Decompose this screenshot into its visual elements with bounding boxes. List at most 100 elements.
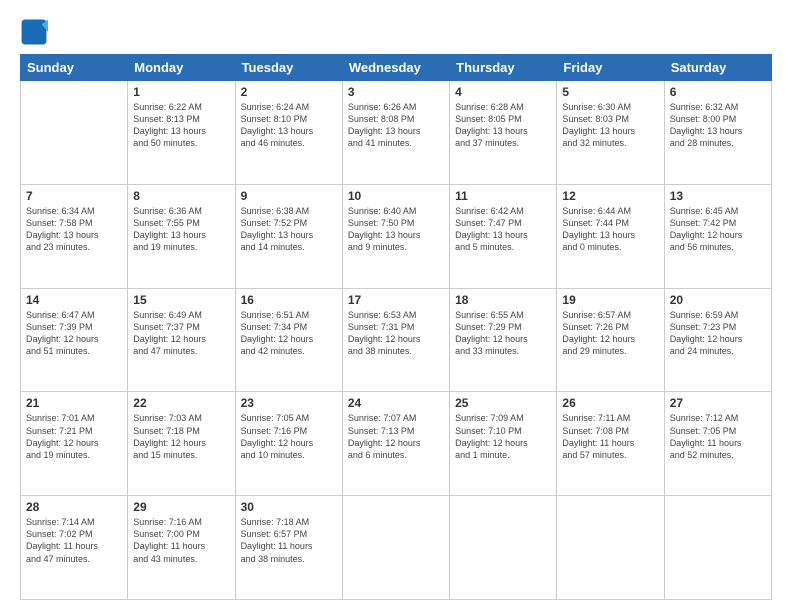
day-info: Sunrise: 6:30 AM Sunset: 8:03 PM Dayligh…	[562, 101, 658, 150]
day-number: 6	[670, 85, 766, 99]
week-row-2: 7 Sunrise: 6:34 AM Sunset: 7:58 PM Daylig…	[21, 184, 772, 288]
day-info: Sunrise: 7:11 AM Sunset: 7:08 PM Dayligh…	[562, 412, 658, 461]
day-cell: 27 Sunrise: 7:12 AM Sunset: 7:05 PM Dayli…	[664, 392, 771, 496]
header-cell-wednesday: Wednesday	[342, 55, 449, 81]
day-number: 21	[26, 396, 122, 410]
day-info: Sunrise: 6:44 AM Sunset: 7:44 PM Dayligh…	[562, 205, 658, 254]
day-number: 16	[241, 293, 337, 307]
logo	[20, 18, 52, 46]
day-info: Sunrise: 6:38 AM Sunset: 7:52 PM Dayligh…	[241, 205, 337, 254]
day-info: Sunrise: 7:03 AM Sunset: 7:18 PM Dayligh…	[133, 412, 229, 461]
week-row-3: 14 Sunrise: 6:47 AM Sunset: 7:39 PM Dayli…	[21, 288, 772, 392]
day-number: 14	[26, 293, 122, 307]
day-cell: 13Sunrise: 6:45 AM Sunset: 7:42 PM Dayli…	[664, 184, 771, 288]
day-cell: 29 Sunrise: 7:16 AM Sunset: 7:00 PM Dayli…	[128, 496, 235, 600]
day-cell: 30Sunrise: 7:18 AM Sunset: 6:57 PM Dayli…	[235, 496, 342, 600]
day-cell: 5Sunrise: 6:30 AM Sunset: 8:03 PM Daylig…	[557, 81, 664, 185]
day-cell: 21 Sunrise: 7:01 AM Sunset: 7:21 PM Dayli…	[21, 392, 128, 496]
day-info: Sunrise: 6:45 AM Sunset: 7:42 PM Dayligh…	[670, 205, 766, 254]
day-cell: 4Sunrise: 6:28 AM Sunset: 8:05 PM Daylig…	[450, 81, 557, 185]
day-info: Sunrise: 7:09 AM Sunset: 7:10 PM Dayligh…	[455, 412, 551, 461]
day-info: Sunrise: 6:49 AM Sunset: 7:37 PM Dayligh…	[133, 309, 229, 358]
day-number: 11	[455, 189, 551, 203]
day-number: 17	[348, 293, 444, 307]
day-number: 23	[241, 396, 337, 410]
day-number: 30	[241, 500, 337, 514]
day-number: 2	[241, 85, 337, 99]
day-number: 29	[133, 500, 229, 514]
day-cell: 19Sunrise: 6:57 AM Sunset: 7:26 PM Dayli…	[557, 288, 664, 392]
day-number: 7	[26, 189, 122, 203]
day-number: 18	[455, 293, 551, 307]
day-info: Sunrise: 7:14 AM Sunset: 7:02 PM Dayligh…	[26, 516, 122, 565]
day-info: Sunrise: 6:36 AM Sunset: 7:55 PM Dayligh…	[133, 205, 229, 254]
header-cell-saturday: Saturday	[664, 55, 771, 81]
header	[20, 18, 772, 46]
day-cell	[21, 81, 128, 185]
day-info: Sunrise: 6:40 AM Sunset: 7:50 PM Dayligh…	[348, 205, 444, 254]
day-info: Sunrise: 6:24 AM Sunset: 8:10 PM Dayligh…	[241, 101, 337, 150]
page: SundayMondayTuesdayWednesdayThursdayFrid…	[0, 0, 792, 612]
day-info: Sunrise: 7:16 AM Sunset: 7:00 PM Dayligh…	[133, 516, 229, 565]
day-cell: 10 Sunrise: 6:40 AM Sunset: 7:50 PM Dayli…	[342, 184, 449, 288]
header-cell-friday: Friday	[557, 55, 664, 81]
week-row-4: 21 Sunrise: 7:01 AM Sunset: 7:21 PM Dayli…	[21, 392, 772, 496]
day-number: 26	[562, 396, 658, 410]
week-row-5: 28 Sunrise: 7:14 AM Sunset: 7:02 PM Dayli…	[21, 496, 772, 600]
day-cell: 20Sunrise: 6:59 AM Sunset: 7:23 PM Dayli…	[664, 288, 771, 392]
day-number: 15	[133, 293, 229, 307]
header-cell-thursday: Thursday	[450, 55, 557, 81]
day-cell: 14 Sunrise: 6:47 AM Sunset: 7:39 PM Dayli…	[21, 288, 128, 392]
day-number: 25	[455, 396, 551, 410]
day-number: 27	[670, 396, 766, 410]
day-number: 22	[133, 396, 229, 410]
day-cell: 15 Sunrise: 6:49 AM Sunset: 7:37 PM Dayli…	[128, 288, 235, 392]
day-cell	[450, 496, 557, 600]
day-info: Sunrise: 7:12 AM Sunset: 7:05 PM Dayligh…	[670, 412, 766, 461]
header-cell-sunday: Sunday	[21, 55, 128, 81]
day-number: 8	[133, 189, 229, 203]
week-row-1: 1 Sunrise: 6:22 AM Sunset: 8:13 PM Daylig…	[21, 81, 772, 185]
day-cell: 26 Sunrise: 7:11 AM Sunset: 7:08 PM Dayli…	[557, 392, 664, 496]
day-cell: 12 Sunrise: 6:44 AM Sunset: 7:44 PM Dayli…	[557, 184, 664, 288]
day-number: 1	[133, 85, 229, 99]
day-number: 3	[348, 85, 444, 99]
day-cell: 9 Sunrise: 6:38 AM Sunset: 7:52 PM Daylig…	[235, 184, 342, 288]
day-number: 28	[26, 500, 122, 514]
day-cell: 22 Sunrise: 7:03 AM Sunset: 7:18 PM Dayli…	[128, 392, 235, 496]
day-cell	[342, 496, 449, 600]
header-cell-tuesday: Tuesday	[235, 55, 342, 81]
logo-icon	[20, 18, 48, 46]
day-number: 24	[348, 396, 444, 410]
day-info: Sunrise: 6:34 AM Sunset: 7:58 PM Dayligh…	[26, 205, 122, 254]
day-number: 10	[348, 189, 444, 203]
day-cell: 23 Sunrise: 7:05 AM Sunset: 7:16 PM Dayli…	[235, 392, 342, 496]
day-cell	[664, 496, 771, 600]
header-cell-monday: Monday	[128, 55, 235, 81]
day-info: Sunrise: 7:05 AM Sunset: 7:16 PM Dayligh…	[241, 412, 337, 461]
day-info: Sunrise: 7:01 AM Sunset: 7:21 PM Dayligh…	[26, 412, 122, 461]
calendar-table: SundayMondayTuesdayWednesdayThursdayFrid…	[20, 54, 772, 600]
day-cell: 2 Sunrise: 6:24 AM Sunset: 8:10 PM Daylig…	[235, 81, 342, 185]
day-number: 12	[562, 189, 658, 203]
day-number: 9	[241, 189, 337, 203]
day-cell: 16Sunrise: 6:51 AM Sunset: 7:34 PM Dayli…	[235, 288, 342, 392]
day-info: Sunrise: 6:42 AM Sunset: 7:47 PM Dayligh…	[455, 205, 551, 254]
day-info: Sunrise: 6:22 AM Sunset: 8:13 PM Dayligh…	[133, 101, 229, 150]
day-cell: 6 Sunrise: 6:32 AM Sunset: 8:00 PM Daylig…	[664, 81, 771, 185]
day-info: Sunrise: 7:07 AM Sunset: 7:13 PM Dayligh…	[348, 412, 444, 461]
day-cell: 3 Sunrise: 6:26 AM Sunset: 8:08 PM Daylig…	[342, 81, 449, 185]
day-info: Sunrise: 6:32 AM Sunset: 8:00 PM Dayligh…	[670, 101, 766, 150]
day-info: Sunrise: 6:47 AM Sunset: 7:39 PM Dayligh…	[26, 309, 122, 358]
day-number: 4	[455, 85, 551, 99]
day-cell: 25 Sunrise: 7:09 AM Sunset: 7:10 PM Dayli…	[450, 392, 557, 496]
day-cell: 24 Sunrise: 7:07 AM Sunset: 7:13 PM Dayli…	[342, 392, 449, 496]
day-cell: 1 Sunrise: 6:22 AM Sunset: 8:13 PM Daylig…	[128, 81, 235, 185]
day-number: 20	[670, 293, 766, 307]
day-info: Sunrise: 6:26 AM Sunset: 8:08 PM Dayligh…	[348, 101, 444, 150]
day-cell: 7 Sunrise: 6:34 AM Sunset: 7:58 PM Daylig…	[21, 184, 128, 288]
day-info: Sunrise: 6:53 AM Sunset: 7:31 PM Dayligh…	[348, 309, 444, 358]
day-number: 19	[562, 293, 658, 307]
day-cell: 28 Sunrise: 7:14 AM Sunset: 7:02 PM Dayli…	[21, 496, 128, 600]
day-cell: 18Sunrise: 6:55 AM Sunset: 7:29 PM Dayli…	[450, 288, 557, 392]
